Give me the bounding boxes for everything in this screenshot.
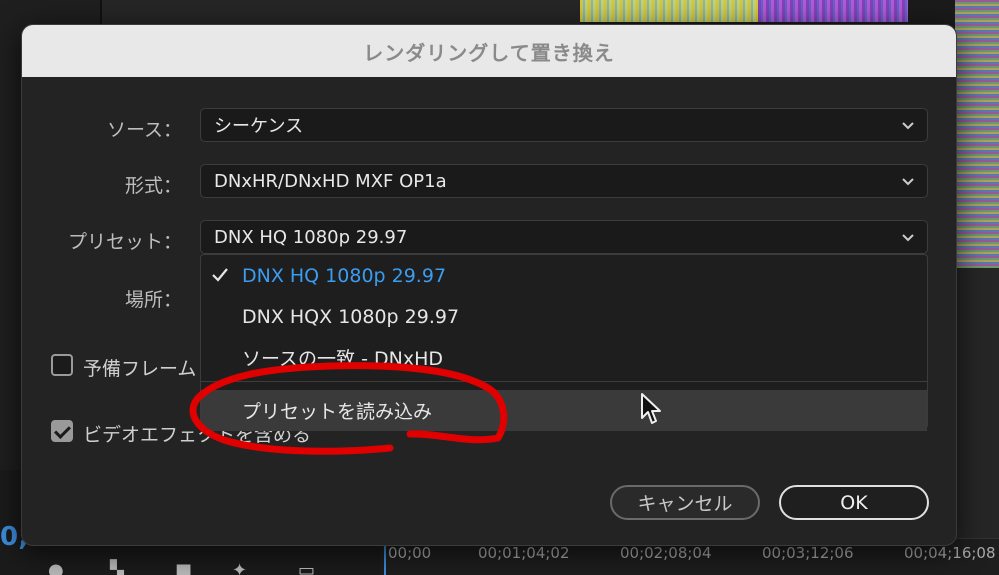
preset-option-label: DNX HQX 1080p 29.97 bbox=[242, 305, 460, 328]
timecode-1: 00;01;04;02 bbox=[478, 544, 570, 562]
cancel-button[interactable]: キャンセル bbox=[610, 485, 760, 520]
format-select[interactable]: DNxHR/DNxHD MXF OP1a bbox=[200, 164, 928, 198]
captions-icon[interactable]: ▭ bbox=[298, 560, 315, 575]
preset-option-import[interactable]: プリセットを読み込み bbox=[201, 390, 927, 431]
video-preview-noise bbox=[955, 0, 999, 268]
format-value: DNxHR/DNxHD MXF OP1a bbox=[214, 170, 447, 192]
source-label: ソース： bbox=[106, 119, 182, 141]
chevron-down-icon bbox=[902, 178, 914, 186]
format-label: 形式： bbox=[124, 175, 182, 197]
video-preview-magenta bbox=[758, 0, 908, 22]
preset-option-label: ソースの一致 - DNxHD bbox=[242, 348, 443, 370]
magnet-icon[interactable]: ● bbox=[48, 560, 64, 575]
video-effects-checkbox[interactable] bbox=[51, 420, 73, 442]
source-value: シーケンス bbox=[214, 116, 304, 137]
timecode-2: 00;02;08;04 bbox=[620, 544, 712, 562]
checkmark-icon bbox=[212, 268, 228, 282]
preset-value: DNX HQ 1080p 29.97 bbox=[214, 226, 408, 248]
timecode-3: 00;03;12;06 bbox=[762, 544, 854, 562]
background-panel-top bbox=[100, 0, 580, 24]
chevron-down-icon bbox=[902, 122, 914, 130]
ok-button[interactable]: OK bbox=[779, 485, 929, 520]
preset-option-label: プリセットを読み込み bbox=[242, 401, 433, 423]
menu-divider bbox=[201, 381, 927, 382]
marker-icon[interactable]: ■ bbox=[175, 560, 192, 575]
mouse-cursor-icon bbox=[641, 393, 661, 424]
preset-option-dnx-hq[interactable]: DNX HQ 1080p 29.97 bbox=[201, 255, 927, 296]
timecode-4: 00;04;16;08 bbox=[904, 544, 996, 562]
snap-icon[interactable]: ▚ bbox=[110, 560, 124, 575]
dialog-title: レンダリングして置き換え bbox=[363, 40, 615, 65]
location-label: 場所： bbox=[124, 289, 182, 311]
chevron-down-icon bbox=[902, 234, 914, 242]
background-panel-right bbox=[955, 268, 999, 538]
render-and-replace-dialog: レンダリングして置き換え ソース： シーケンス 形式： DNxHR/DNxHD … bbox=[21, 24, 957, 546]
spare-frames-checkbox[interactable] bbox=[51, 354, 73, 376]
video-preview-yellow bbox=[580, 0, 758, 22]
preset-option-label: DNX HQ 1080p 29.97 bbox=[242, 264, 447, 287]
wrench-icon[interactable]: ✦ bbox=[232, 560, 247, 575]
preset-dropdown-menu: DNX HQ 1080p 29.97 DNX HQX 1080p 29.97 ソ… bbox=[200, 254, 928, 431]
preset-option-dnx-hqx[interactable]: DNX HQX 1080p 29.97 bbox=[201, 296, 927, 337]
timecode-0: 00;00 bbox=[388, 544, 432, 562]
spare-frames-label: 予備フレーム bbox=[83, 358, 197, 380]
source-select[interactable]: シーケンス bbox=[200, 108, 928, 142]
preset-option-match-source[interactable]: ソースの一致 - DNxHD bbox=[201, 337, 927, 378]
preset-label: プリセット： bbox=[67, 231, 182, 253]
preset-select[interactable]: DNX HQ 1080p 29.97 bbox=[200, 220, 928, 254]
dialog-titlebar[interactable]: レンダリングして置き換え bbox=[22, 25, 956, 77]
